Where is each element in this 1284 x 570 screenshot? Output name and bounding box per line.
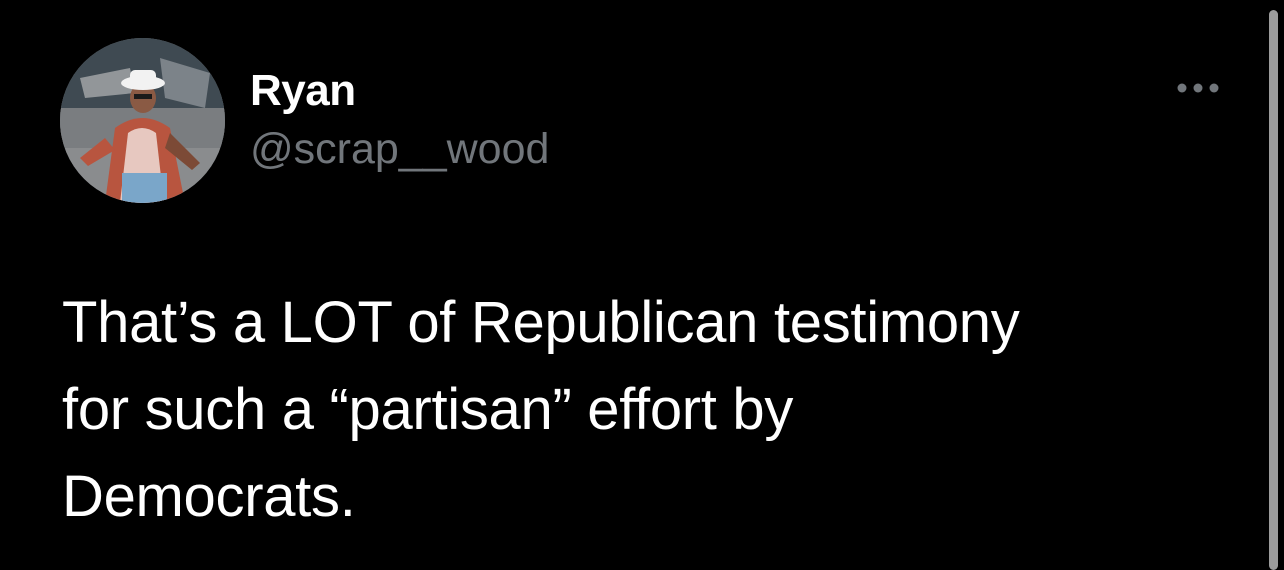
more-options-button[interactable] — [1168, 70, 1228, 106]
avatar-photo — [60, 38, 225, 203]
tweet-text: That’s a LOT of Republican testimony for… — [62, 290, 1020, 529]
tweet-card: Ryan @scrap__wood That’s a LOT of Republ… — [0, 0, 1284, 570]
author-handle[interactable]: @scrap__wood — [250, 122, 549, 176]
more-horizontal-icon — [1177, 83, 1219, 93]
avatar[interactable] — [60, 38, 225, 203]
author-display-name[interactable]: Ryan — [250, 64, 356, 118]
scrollbar[interactable] — [1269, 10, 1278, 570]
